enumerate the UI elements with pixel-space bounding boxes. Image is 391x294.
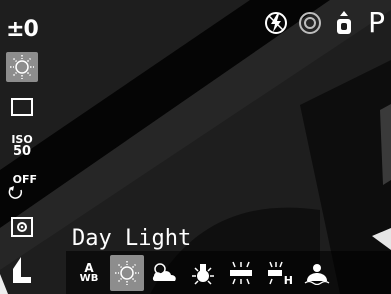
cloud-icon <box>152 262 176 281</box>
underwater-icon <box>304 263 330 285</box>
my-colors-item[interactable] <box>6 92 38 122</box>
white-balance-options: A WB H <box>66 251 391 294</box>
image-size-item[interactable] <box>6 252 38 288</box>
shooting-mode-indicator: P <box>368 6 385 39</box>
fluorescent-h-label: H <box>283 273 293 287</box>
sun-icon <box>10 55 34 79</box>
large-size-icon <box>13 257 31 283</box>
wb-fluorescent-h-option[interactable]: H <box>262 255 296 291</box>
white-balance-item[interactable] <box>6 52 38 82</box>
scene-background <box>0 0 391 294</box>
timer-off-icon: OFF <box>7 172 37 202</box>
iso-value: 50 <box>12 144 32 159</box>
function-menu: ±0 ISO 50 OFF <box>0 0 44 294</box>
white-balance-label: Day Light <box>72 226 192 251</box>
exposure-compensation-value: ±0 <box>6 16 39 42</box>
wb-tungsten-option[interactable] <box>186 255 220 291</box>
red-eye-icon[interactable] <box>298 11 322 35</box>
iso-item[interactable]: ISO 50 <box>6 128 38 164</box>
tungsten-icon <box>192 263 214 285</box>
wb-cloudy-option[interactable] <box>148 255 182 291</box>
fluorescent-icon <box>230 261 252 284</box>
sun-icon <box>115 260 139 285</box>
wb-underwater-option[interactable] <box>300 255 334 291</box>
awb-icon: A WB <box>79 260 99 284</box>
iso-icon: ISO 50 <box>11 134 32 158</box>
flash-off-icon[interactable] <box>264 11 288 35</box>
camera-lcd-screen: ±0 ISO 50 OFF P Day Light A WB H <box>0 0 391 294</box>
wb-daylight-option[interactable] <box>110 254 144 291</box>
timer-arrow-icon <box>8 186 23 199</box>
mic-icon[interactable] <box>332 11 356 35</box>
status-icons: P <box>264 6 385 40</box>
square-frame-icon <box>11 98 33 116</box>
timer-off-label: OFF <box>12 173 37 186</box>
wb-auto-option[interactable]: A WB <box>72 255 106 291</box>
metering-icon <box>11 217 33 237</box>
self-timer-item[interactable]: OFF <box>6 170 38 204</box>
wb-fluorescent-option[interactable] <box>224 255 258 291</box>
exposure-compensation-item[interactable]: ±0 <box>6 14 39 44</box>
metering-item[interactable] <box>6 212 38 242</box>
